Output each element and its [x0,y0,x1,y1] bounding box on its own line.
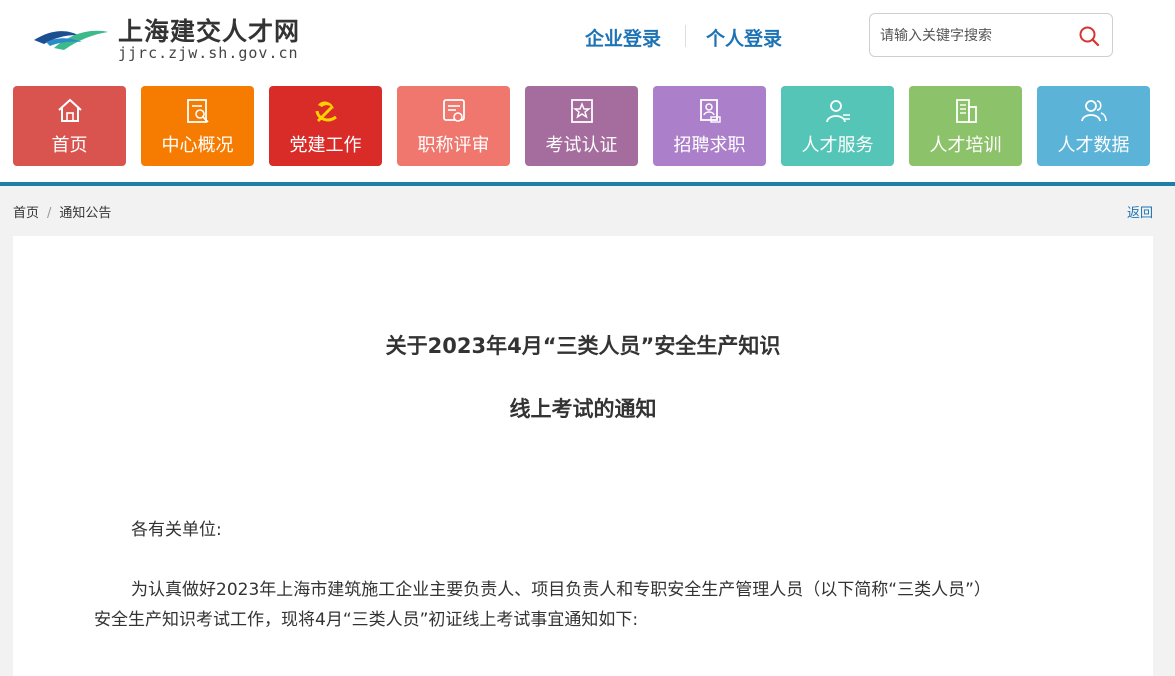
article-paragraph-line: 安全生产知识考试工作，现将4月“三类人员”初证线上考试事宜通知如下: [94,610,639,630]
nav-label: 党建工作 [289,135,362,156]
nav-label: 人才数据 [1057,135,1130,156]
site-header: 上海建交人才网 jjrc.zjw.sh.gov.cn 企业登录 个人登录 首页 [0,0,1175,182]
site-logo[interactable]: 上海建交人才网 jjrc.zjw.sh.gov.cn [32,10,332,70]
resume-icon [700,99,721,123]
nav-item-recruit[interactable]: 招聘求职 [653,86,766,166]
search-icon[interactable] [1078,25,1100,47]
nav-item-home[interactable]: 首页 [13,86,126,166]
article-title-line2: 线上考试的通知 [509,397,657,421]
nav-label: 中心概况 [161,135,234,156]
nav-label: 首页 [51,135,88,156]
site-name: 上海建交人才网 [118,17,301,46]
article-salutation: 各有关单位: [131,520,222,540]
article-paragraph-line: 为认真做好2023年上海市建筑施工企业主要负责人、项目负责人和专职安全生产管理人… [131,580,991,600]
certificate-icon [443,99,465,122]
company-login-link[interactable]: 企业登录 [585,24,661,51]
overview-icon [187,99,209,123]
nav-label: 职称评审 [417,135,490,156]
nav-item-party[interactable]: 党建工作 [269,86,382,166]
nav-label: 人才服务 [801,135,874,156]
nav-item-training[interactable]: 人才培训 [909,86,1022,166]
breadcrumb-home[interactable]: 首页 [13,206,39,221]
nav-label: 人才培训 [929,135,1002,156]
party-emblem-icon [315,101,337,123]
site-url: jjrc.zjw.sh.gov.cn [118,44,299,62]
users-icon [1081,100,1107,122]
nav-label: 考试认证 [545,135,618,156]
search-box [869,13,1113,57]
breadcrumb-separator: / [47,206,52,221]
nav-item-exam[interactable]: 考试认证 [525,86,638,166]
home-icon [58,98,82,122]
nav-item-overview[interactable]: 中心概况 [141,86,254,166]
main-nav: 首页 中心概况 党建工作 职称评审 考试认证 招聘求职 人才服务 人才培训 人才… [13,86,1163,166]
breadcrumb: 首页 / 通知公告 [13,202,111,221]
header-divider [0,182,1175,186]
user-service-icon [826,100,850,123]
login-divider [685,25,686,47]
search-input[interactable] [880,25,1070,47]
nav-label: 招聘求职 [673,135,746,156]
nav-item-talent-service[interactable]: 人才服务 [781,86,894,166]
building-icon [956,99,977,123]
logo-wave-icon [34,30,108,50]
nav-item-title-review[interactable]: 职称评审 [397,86,510,166]
article-panel: 关于2023年4月“三类人员”安全生产知识 线上考试的通知 各有关单位: 为认真… [13,236,1153,676]
personal-login-link[interactable]: 个人登录 [706,24,782,51]
nav-item-talent-data[interactable]: 人才数据 [1037,86,1150,166]
article-title-line1: 关于2023年4月“三类人员”安全生产知识 [385,334,781,358]
exam-badge-icon [571,99,593,123]
back-link[interactable]: 返回 [1127,202,1153,221]
breadcrumb-current[interactable]: 通知公告 [59,206,111,221]
